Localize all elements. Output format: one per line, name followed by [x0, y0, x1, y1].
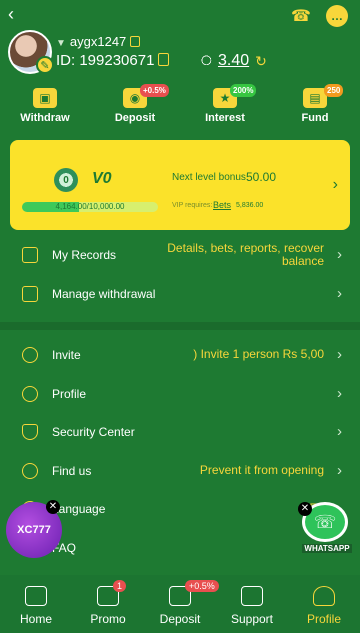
row-invite[interactable]: Invite ) Invite 1 person Rs 5,00 › [0, 336, 360, 374]
close-icon[interactable]: ✕ [298, 502, 312, 516]
back-icon[interactable]: ‹ [8, 4, 14, 25]
vip-coin-icon: 0 [54, 168, 78, 192]
chevron-right-icon: › [337, 346, 342, 363]
balance-display: 3.40 ↻ [198, 52, 267, 70]
whatsapp-button[interactable]: ☏ WHATSAPP ✕ [298, 502, 352, 558]
headset-icon[interactable]: ☎ [290, 5, 312, 27]
user-id: ID: 199230671 [56, 52, 170, 69]
vip-requires-label: VIP requires: [172, 202, 213, 209]
withdraw-icon: ▣ [33, 88, 57, 108]
more-icon[interactable]: … [326, 5, 348, 27]
chevron-right-icon: › [337, 423, 342, 440]
chevron-right-icon: › [332, 176, 338, 193]
balance-value[interactable]: 3.40 [218, 52, 249, 70]
vip-level: V0 [92, 170, 112, 187]
vip-card[interactable]: 0 V0 Next level bonus 50.00 4,164.00/10,… [10, 140, 350, 230]
records-hint: Details, bets, reports, recover balance [167, 241, 324, 268]
floating-game-button[interactable]: XC777 ✕ [6, 500, 62, 558]
row-profile[interactable]: Profile › [0, 375, 360, 413]
vip-progress-text: 4,164.00/10,000.00 [55, 202, 125, 211]
withdraw-action[interactable]: ▣ Withdraw [10, 88, 80, 136]
headset-icon [241, 586, 263, 606]
invite-hint: ) Invite 1 person Rs 5,00 [193, 347, 324, 361]
username: ▼ aygx1247 [56, 34, 141, 49]
chevron-right-icon: › [337, 285, 342, 302]
shield-icon [22, 424, 38, 440]
refresh-icon[interactable]: ↻ [255, 53, 267, 70]
nav-deposit[interactable]: +0.5% Deposit [150, 580, 219, 626]
fund-action[interactable]: 250 ▤ Fund [280, 84, 350, 136]
user-icon [313, 586, 335, 606]
interest-action[interactable]: 200% ★ Interest [190, 84, 260, 136]
pakistan-flag-icon [198, 54, 212, 68]
chevron-right-icon: › [337, 385, 342, 402]
chevron-right-icon: › [337, 462, 342, 479]
nav-profile[interactable]: Profile [294, 582, 354, 626]
close-icon[interactable]: ✕ [46, 500, 60, 514]
profile-header: ✎ ▼ aygx1247 ID: 199230671 3.40 ↻ [8, 30, 352, 76]
vip-requires-value: 5,836.00 [236, 202, 264, 209]
next-level-value: 50.00 [246, 170, 277, 184]
deposit-badge: +0.5% [140, 84, 169, 97]
chevron-right-icon: › [337, 246, 342, 263]
row-my-records[interactable]: My Records Details, bets, reports, recov… [0, 236, 360, 274]
row-find-us[interactable]: Find us Prevent it from opening › [0, 452, 360, 490]
row-manage-withdrawal[interactable]: Manage withdrawal › [0, 275, 360, 313]
bets-link[interactable]: Bets [213, 200, 231, 210]
row-security-center[interactable]: Security Center › [0, 413, 360, 451]
deposit-action[interactable]: +0.5% ◉ Deposit [100, 84, 170, 136]
invite-icon [22, 347, 38, 363]
promo-badge: 1 [113, 580, 127, 592]
deposit-nav-badge: +0.5% [185, 580, 219, 592]
interest-badge: 200% [230, 84, 257, 97]
copy-id-icon[interactable] [158, 53, 170, 66]
next-level-label: Next level bonus [172, 172, 246, 183]
nav-promo[interactable]: 1 Promo [78, 580, 138, 626]
search-icon [22, 463, 38, 479]
section-divider [0, 322, 360, 330]
bottom-nav: Home 1 Promo +0.5% Deposit Support Profi… [0, 575, 360, 633]
profile-icon [22, 386, 38, 402]
find-us-hint: Prevent it from opening [199, 463, 324, 477]
quick-actions: ▣ Withdraw +0.5% ◉ Deposit 200% ★ Intere… [0, 84, 360, 136]
withdrawal-manage-icon [22, 286, 38, 302]
copy-icon[interactable] [130, 36, 141, 47]
nav-home[interactable]: Home [6, 582, 66, 626]
home-icon [25, 586, 47, 606]
records-icon [22, 247, 38, 263]
top-bar: ‹ ☎ … [0, 0, 360, 32]
edit-avatar-icon[interactable]: ✎ [36, 56, 54, 74]
nav-support[interactable]: Support [222, 582, 282, 626]
caret-icon: ▼ [56, 38, 66, 49]
fund-badge: 250 [324, 84, 344, 97]
